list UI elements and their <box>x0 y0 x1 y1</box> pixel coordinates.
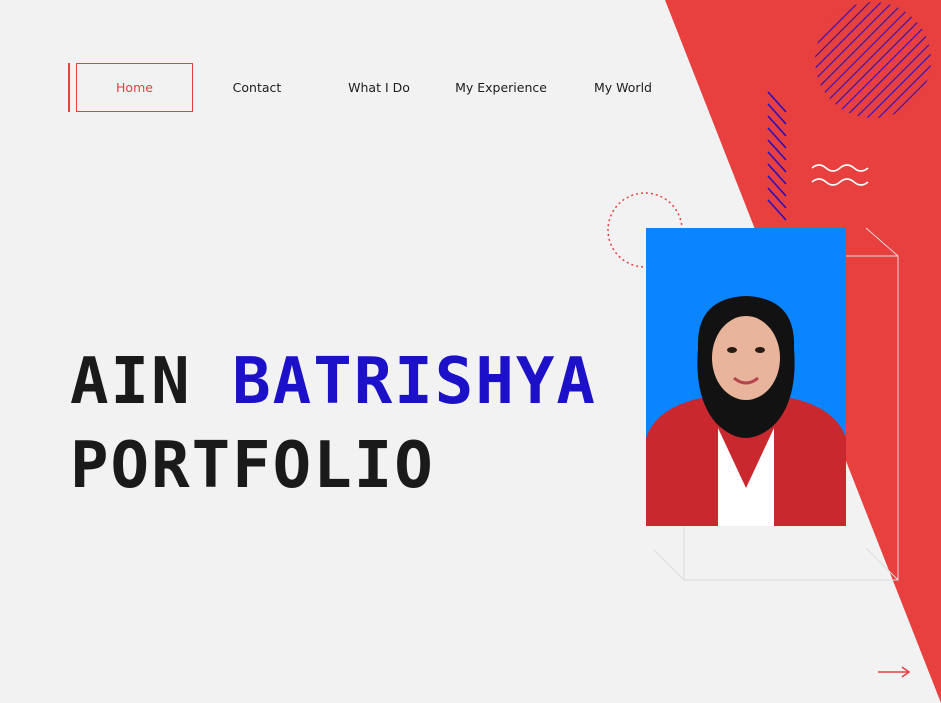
nav-contact[interactable]: Contact <box>206 63 308 112</box>
hero-title: AIN BATRISHYA PORTFOLIO <box>70 340 597 508</box>
nav-what-i-do[interactable]: What I Do <box>328 63 430 112</box>
hero-subtitle: PORTFOLIO <box>70 429 435 503</box>
nav-home[interactable]: Home <box>76 63 193 112</box>
hero-first-name: AIN <box>70 345 192 419</box>
next-arrow-icon[interactable] <box>876 662 912 682</box>
nav-accent-bar <box>68 63 70 112</box>
nav-my-world[interactable]: My World <box>572 63 674 112</box>
profile-photo <box>646 228 846 526</box>
nav-my-experience[interactable]: My Experience <box>450 63 552 112</box>
hero-last-name: BATRISHYA <box>232 345 597 419</box>
hero-name-line: AIN BATRISHYA <box>70 340 597 424</box>
